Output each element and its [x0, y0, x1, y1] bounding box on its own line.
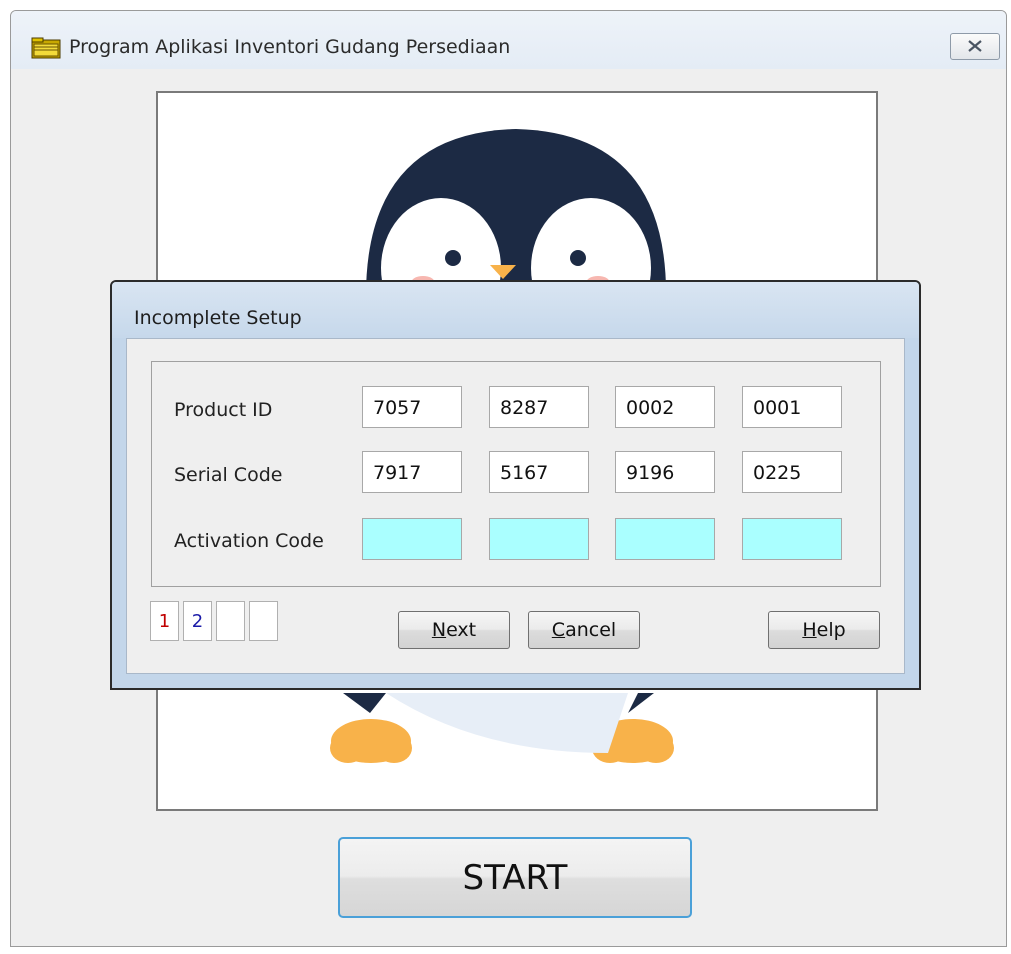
help-mnemonic: H	[802, 619, 817, 641]
serial-code-field-2[interactable]: 5167	[489, 451, 589, 493]
cancel-label: ancel	[565, 619, 617, 641]
next-button[interactable]: Next	[398, 611, 510, 649]
cancel-button[interactable]: Cancel	[528, 611, 640, 649]
activation-code-field-1[interactable]	[362, 518, 462, 560]
folder-icon	[31, 37, 61, 59]
dialog-title-bar: Incomplete Setup	[112, 282, 919, 338]
product-id-field-3[interactable]: 0002	[615, 386, 715, 428]
product-id-field-1[interactable]: 7057	[362, 386, 462, 428]
next-mnemonic: N	[431, 619, 447, 641]
page-indicator-2: 2	[183, 601, 212, 641]
code-fields-group: Product ID 7057 8287 0002 0001 Serial Co…	[151, 361, 881, 587]
dialog-title: Incomplete Setup	[134, 307, 302, 329]
incomplete-setup-dialog: Incomplete Setup Product ID 7057 8287 00…	[110, 280, 921, 690]
close-icon	[967, 37, 983, 56]
title-bar: Program Aplikasi Inventori Gudang Persed…	[11, 11, 1006, 69]
activation-code-field-3[interactable]	[615, 518, 715, 560]
page-indicator-1: 1	[150, 601, 179, 641]
help-label: elp	[816, 619, 846, 641]
serial-code-label: Serial Code	[174, 464, 283, 486]
serial-code-field-1[interactable]: 7917	[362, 451, 462, 493]
product-id-label: Product ID	[174, 399, 273, 421]
cancel-mnemonic: C	[551, 619, 566, 641]
serial-code-field-3[interactable]: 9196	[615, 451, 715, 493]
activation-code-label: Activation Code	[174, 530, 324, 552]
product-id-field-4[interactable]: 0001	[742, 386, 842, 428]
page-indicator-4	[249, 601, 278, 641]
page-indicator-3	[216, 601, 245, 641]
serial-code-field-4[interactable]: 0225	[742, 451, 842, 493]
activation-code-field-2[interactable]	[489, 518, 589, 560]
next-label: ext	[446, 619, 477, 641]
activation-code-field-4[interactable]	[742, 518, 842, 560]
start-button[interactable]: START	[338, 837, 692, 918]
dialog-body: Product ID 7057 8287 0002 0001 Serial Co…	[126, 338, 905, 674]
window-title: Program Aplikasi Inventori Gudang Persed…	[69, 36, 511, 58]
close-button[interactable]	[950, 33, 1000, 60]
product-id-field-2[interactable]: 8287	[489, 386, 589, 428]
help-button[interactable]: Help	[768, 611, 880, 649]
